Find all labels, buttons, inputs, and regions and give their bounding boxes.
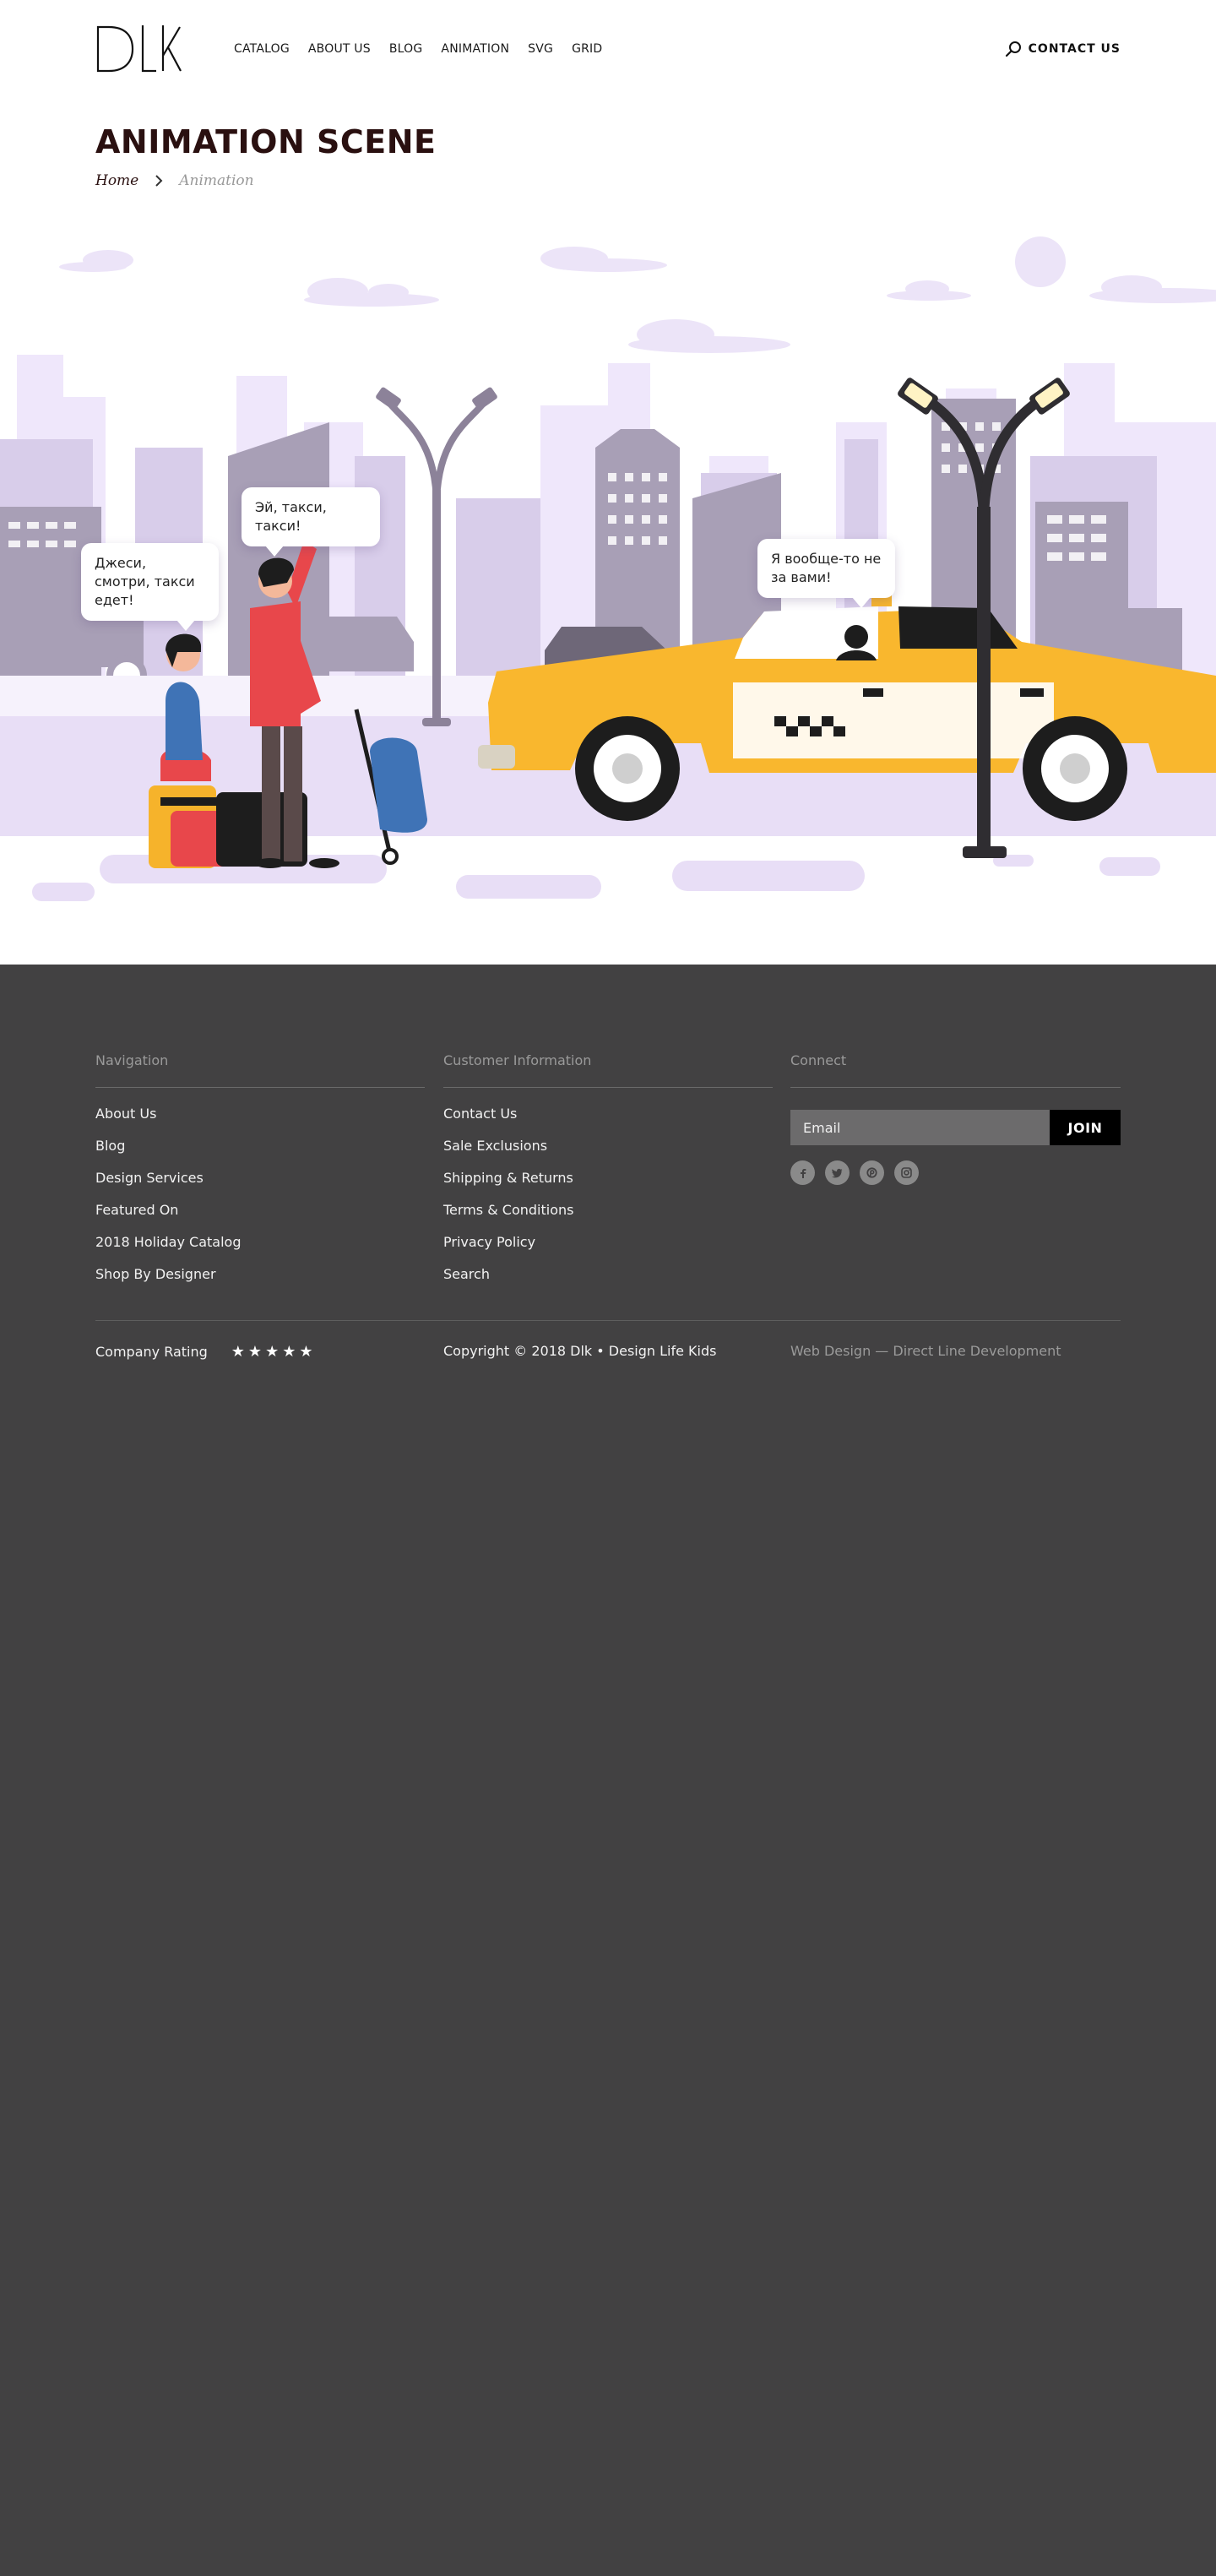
footer-link-privacy-policy[interactable]: Privacy Policy xyxy=(443,1233,773,1265)
pinterest-icon[interactable] xyxy=(860,1160,884,1185)
footer-link-shop-by-designer[interactable]: Shop By Designer xyxy=(95,1265,425,1297)
speech-bubble-jessie: Джеси, смотри, такси едет! xyxy=(81,543,219,631)
join-button[interactable]: JOIN xyxy=(1050,1110,1121,1145)
nav-catalog[interactable]: CATALOG xyxy=(234,42,290,56)
page-title: ANIMATION SCENE xyxy=(95,123,437,160)
footer-link-contact-us[interactable]: Contact Us xyxy=(443,1105,773,1137)
twitter-icon[interactable] xyxy=(825,1160,850,1185)
web-design-credit[interactable]: Web Design — Direct Line Development xyxy=(790,1343,1061,1359)
chevron-right-icon xyxy=(155,175,163,187)
company-rating: Company Rating ★★★★★ xyxy=(95,1343,316,1361)
breadcrumb-current: Animation xyxy=(179,172,254,189)
breadcrumb-home[interactable]: Home xyxy=(95,172,138,189)
footer-connect-column: Connect JOIN xyxy=(790,1052,1121,1185)
company-rating-label: Company Rating xyxy=(95,1344,208,1360)
footer-divider xyxy=(95,1320,1121,1321)
footer-navigation-column: Navigation About Us Blog Design Services… xyxy=(95,1052,425,1297)
search-icon[interactable] xyxy=(1004,40,1023,58)
nav-svg[interactable]: SVG xyxy=(528,42,553,56)
footer-link-featured-on[interactable]: Featured On xyxy=(95,1201,425,1233)
footer-link-blog[interactable]: Blog xyxy=(95,1137,425,1169)
logo[interactable] xyxy=(95,24,182,74)
footer-column-title: Customer Information xyxy=(443,1052,773,1088)
copyright-text: Copyright © 2018 Dlk • Design Life Kids xyxy=(443,1343,717,1359)
contact-us-link[interactable]: CONTACT US xyxy=(1029,42,1121,56)
nav-about-us[interactable]: ABOUT US xyxy=(308,42,371,56)
footer-link-terms-conditions[interactable]: Terms & Conditions xyxy=(443,1201,773,1233)
footer-link-shipping-returns[interactable]: Shipping & Returns xyxy=(443,1169,773,1201)
site-footer: Navigation About Us Blog Design Services… xyxy=(0,965,1216,2576)
social-links xyxy=(790,1160,1121,1185)
page-top: CATALOG ABOUT US BLOG ANIMATION SVG GRID… xyxy=(0,0,1216,965)
email-field[interactable] xyxy=(790,1110,1050,1145)
nav-blog[interactable]: BLOG xyxy=(389,42,423,56)
footer-column-title: Connect xyxy=(790,1052,1121,1088)
breadcrumb: Home Animation xyxy=(95,172,254,189)
facebook-icon[interactable] xyxy=(790,1160,815,1185)
footer-link-design-services[interactable]: Design Services xyxy=(95,1169,425,1201)
clouds xyxy=(59,236,1216,353)
speech-bubble-driver: Я вообще-то не за вами! xyxy=(757,539,895,608)
rating-stars: ★★★★★ xyxy=(231,1343,317,1361)
footer-link-search[interactable]: Search xyxy=(443,1265,773,1297)
instagram-icon[interactable] xyxy=(894,1160,919,1185)
nav-animation[interactable]: ANIMATION xyxy=(441,42,509,56)
footer-link-sale-exclusions[interactable]: Sale Exclusions xyxy=(443,1137,773,1169)
nav-grid[interactable]: GRID xyxy=(572,42,602,56)
footer-link-holiday-catalog[interactable]: 2018 Holiday Catalog xyxy=(95,1233,425,1265)
speech-bubble-hey-taxi: Эй, такси, такси! xyxy=(242,487,380,557)
footer-link-about-us[interactable]: About Us xyxy=(95,1105,425,1137)
newsletter-form: JOIN xyxy=(790,1110,1121,1145)
footer-customer-info-column: Customer Information Contact Us Sale Exc… xyxy=(443,1052,773,1297)
site-header: CATALOG ABOUT US BLOG ANIMATION SVG GRID… xyxy=(95,24,1121,76)
main-nav: CATALOG ABOUT US BLOG ANIMATION SVG GRID xyxy=(234,42,602,56)
footer-column-title: Navigation xyxy=(95,1052,425,1088)
